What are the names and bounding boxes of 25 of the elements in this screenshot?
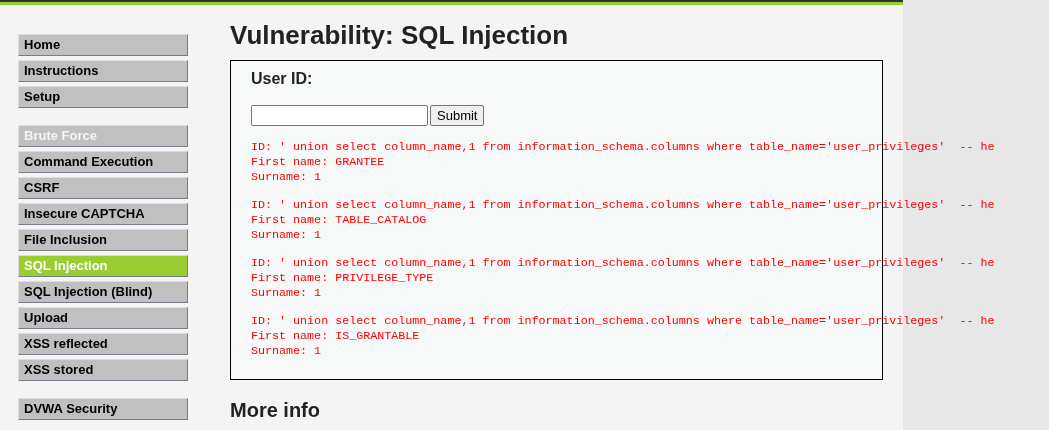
- section-heading: More info: [230, 398, 321, 423]
- menu-item[interactable]: DVWA Security: [18, 398, 188, 420]
- menu-item[interactable]: Insecure CAPTCHA: [18, 203, 188, 225]
- submit-button[interactable]: Submit: [430, 105, 485, 126]
- result-line: First name: TABLE_CATALOG: [251, 213, 427, 228]
- page-title: Vulnerability: SQL Injection: [230, 19, 570, 51]
- result-line: Surname: 1: [251, 286, 322, 301]
- result-line: Surname: 1: [251, 228, 322, 243]
- result-line: First name: IS_GRANTABLE: [251, 329, 420, 344]
- menu-item[interactable]: CSRF: [18, 177, 188, 199]
- menu-item[interactable]: Command Execution: [18, 151, 188, 173]
- result-line: First name: PRIVILEGE_TYPE: [251, 271, 434, 286]
- menu-item[interactable]: XSS reflected: [18, 333, 188, 355]
- menu-item[interactable]: SQL Injection (Blind): [18, 281, 188, 303]
- menu-item[interactable]: Instructions: [18, 60, 188, 82]
- user-id-field[interactable]: [251, 105, 428, 126]
- result-line: Surname: 1: [251, 170, 322, 185]
- menu-item[interactable]: Home: [18, 34, 188, 56]
- menu-item[interactable]: XSS stored: [18, 359, 188, 381]
- menu-item[interactable]: Setup: [18, 86, 188, 108]
- form-label: User ID:: [251, 69, 314, 89]
- result-line: First name: GRANTEE: [251, 155, 385, 170]
- menu-item[interactable]: File Inclusion: [18, 229, 188, 251]
- menu-item[interactable]: Upload: [18, 307, 188, 329]
- result-line: Surname: 1: [251, 344, 322, 359]
